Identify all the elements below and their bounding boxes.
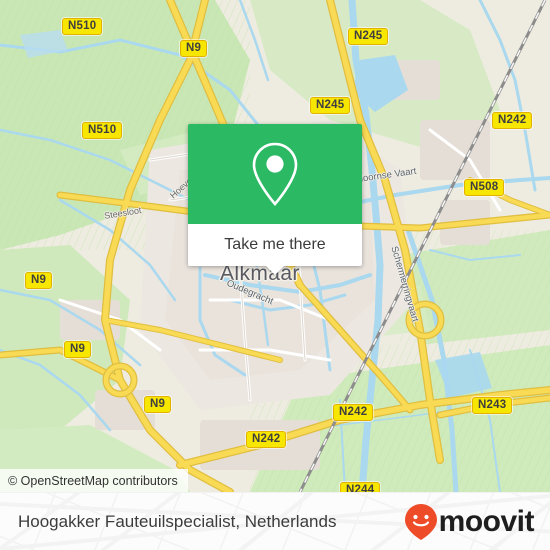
footer-bar: Hoogakker Fauteuilspecialist, Netherland… — [0, 492, 550, 550]
osm-attribution-text: © OpenStreetMap contributors — [8, 473, 178, 488]
moovit-wordmark: moovit — [438, 504, 535, 538]
place-title: Hoogakker Fauteuilspecialist, Netherland… — [18, 511, 337, 531]
map-canvas[interactable]: N510 N510 N9 N9 N9 N9 N245 N245 N242 N24… — [0, 0, 550, 492]
moovit-logo[interactable]: moovit — [404, 503, 535, 541]
moovit-pin-smile-icon — [404, 503, 437, 540]
map-screenshot: N510 N510 N9 N9 N9 N9 N245 N245 N242 N24… — [0, 0, 550, 550]
popup-header — [188, 124, 362, 224]
popup-pointer — [265, 265, 285, 275]
map-pin-icon — [252, 142, 298, 206]
osm-attribution[interactable]: © OpenStreetMap contributors — [0, 469, 188, 492]
take-me-there-button[interactable]: Take me there — [188, 224, 362, 275]
take-me-there-label: Take me there — [224, 236, 326, 253]
place-popup[interactable]: Take me there — [188, 124, 362, 275]
